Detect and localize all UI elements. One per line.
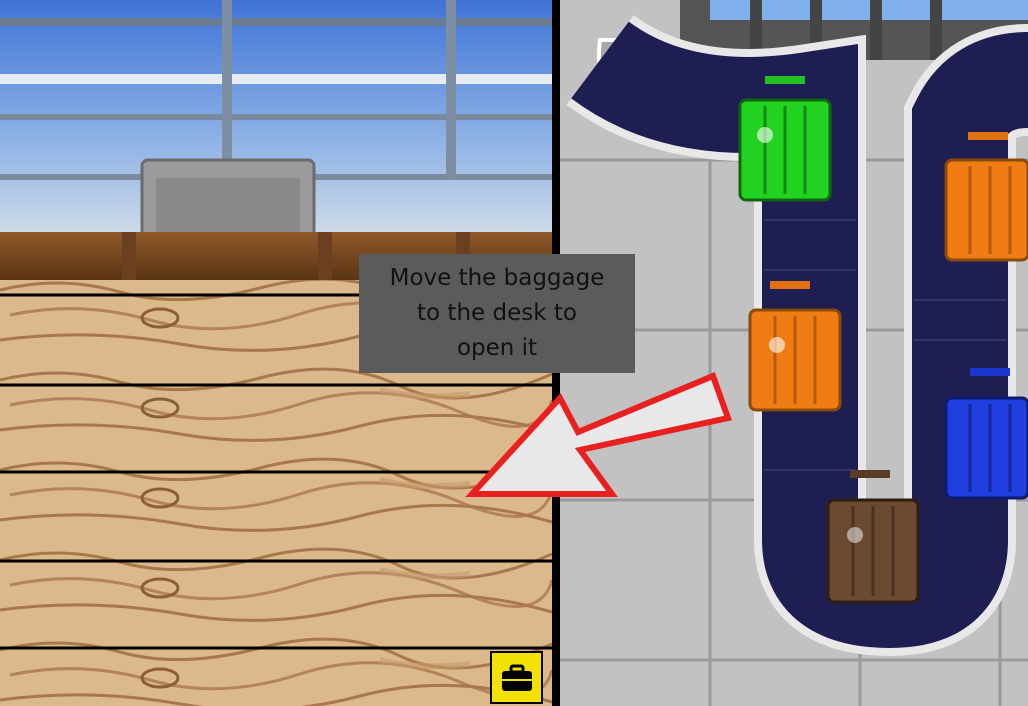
hint-line-3: open it xyxy=(456,335,538,361)
inventory-button[interactable] xyxy=(490,651,543,704)
hint-line-2: to the desk to xyxy=(417,300,577,326)
hint-line-1: Move the baggage xyxy=(389,265,605,291)
arrow-pointer-icon xyxy=(465,372,732,497)
game-scene: Move the baggage to the desk to open it xyxy=(0,0,1028,706)
hint-tooltip: Move the baggage to the desk to open it xyxy=(359,254,635,373)
suitcase-icon xyxy=(502,664,532,691)
